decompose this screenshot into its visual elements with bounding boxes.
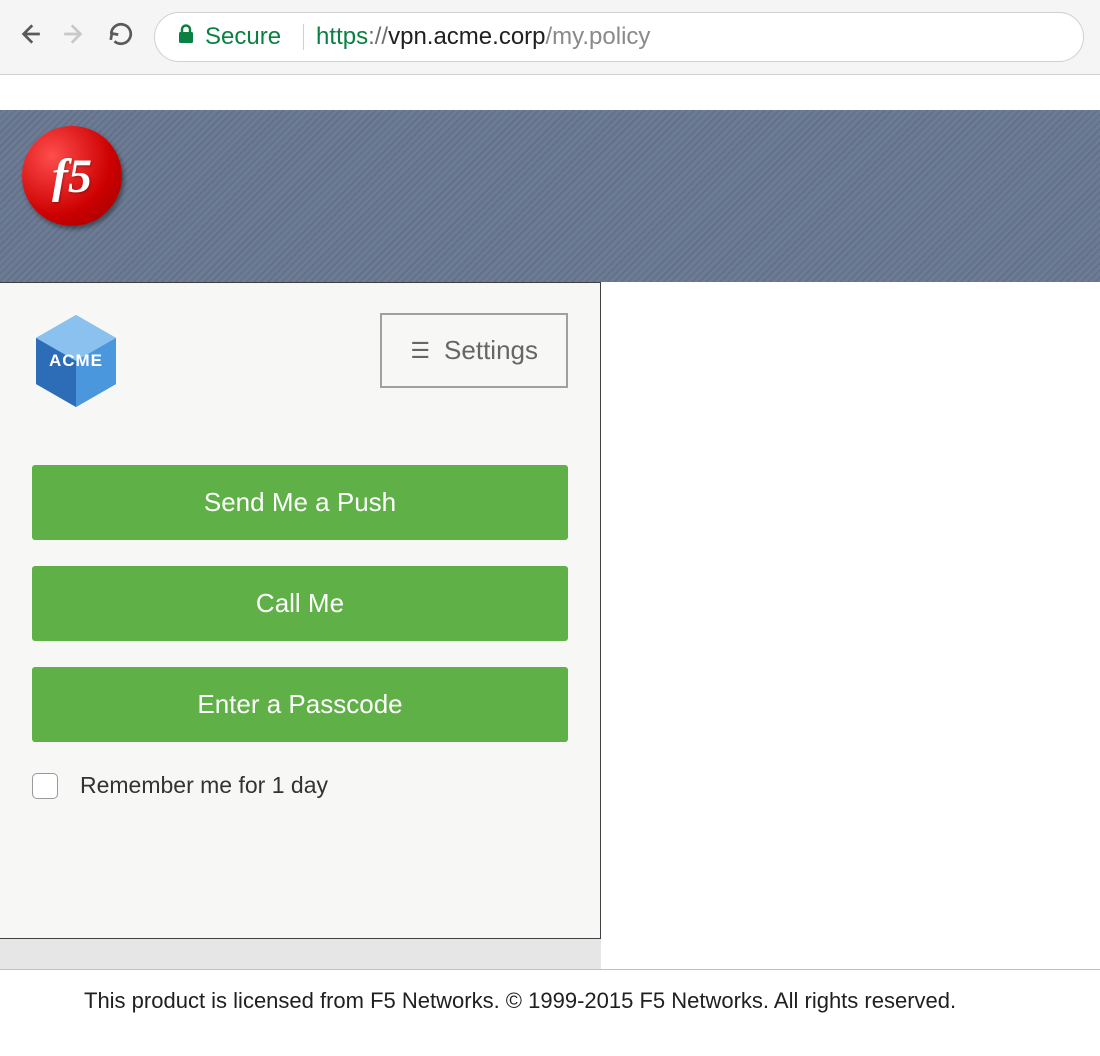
duo-header: ACME ☰ Settings: [32, 313, 568, 409]
auth-buttons: Send Me a Push Call Me Enter a Passcode: [32, 465, 568, 742]
secure-label: Secure: [205, 23, 281, 51]
page-area: f5 ACME ☰: [0, 75, 1100, 1056]
acme-logo-text: ACME: [49, 351, 103, 371]
url-path: /my.policy: [546, 23, 651, 51]
url-protocol: https: [316, 23, 368, 51]
f5-logo: f5: [22, 126, 122, 226]
remember-me-row: Remember me for 1 day: [32, 772, 568, 799]
f5-logo-text: f5: [52, 149, 92, 204]
url-host: vpn.acme.corp: [388, 23, 545, 51]
remember-me-label: Remember me for 1 day: [80, 772, 328, 799]
nav-arrows: [16, 21, 88, 54]
top-gap: [0, 75, 1100, 110]
enter-passcode-button[interactable]: Enter a Passcode: [32, 667, 568, 742]
content-band: ACME ☰ Settings Send Me a Push Call Me E…: [0, 282, 1100, 969]
settings-label: Settings: [444, 335, 538, 366]
duo-prompt-frame: ACME ☰ Settings Send Me a Push Call Me E…: [0, 282, 601, 939]
reload-button[interactable]: [108, 21, 134, 54]
url-separator: [303, 24, 304, 50]
remember-me-checkbox[interactable]: [32, 773, 58, 799]
url-protocol-sep: ://: [368, 23, 388, 51]
send-push-button[interactable]: Send Me a Push: [32, 465, 568, 540]
browser-toolbar: Secure https://vpn.acme.corp/my.policy: [0, 0, 1100, 75]
forward-button[interactable]: [62, 21, 88, 54]
hamburger-icon: ☰: [410, 340, 430, 362]
settings-button[interactable]: ☰ Settings: [380, 313, 568, 388]
lock-icon: [177, 24, 195, 50]
address-bar[interactable]: Secure https://vpn.acme.corp/my.policy: [154, 12, 1084, 62]
back-button[interactable]: [16, 21, 42, 54]
right-empty-area: [601, 282, 1100, 969]
f5-banner: f5: [0, 110, 1100, 282]
acme-logo: ACME: [32, 313, 120, 409]
footer-text: This product is licensed from F5 Network…: [0, 970, 1100, 1014]
call-me-button[interactable]: Call Me: [32, 566, 568, 641]
